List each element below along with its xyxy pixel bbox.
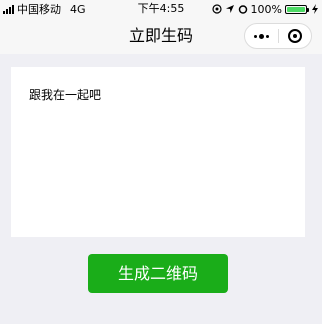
- navigation-bar: 立即生码: [0, 18, 322, 54]
- generate-qrcode-button[interactable]: 生成二维码: [88, 254, 228, 293]
- more-button[interactable]: [245, 24, 278, 48]
- charging-icon: [312, 4, 318, 14]
- more-icon: [253, 33, 269, 39]
- alarm-icon: [238, 5, 247, 14]
- close-mini-program-icon: [287, 29, 302, 43]
- text-input-area[interactable]: 跟我在一起吧: [11, 67, 305, 237]
- status-right: 100%: [211, 0, 318, 18]
- location-lock-icon: [211, 4, 222, 14]
- battery-percent: 100%: [250, 2, 282, 16]
- status-bar: 中国移动 4G 下午4:55 100%: [0, 0, 322, 18]
- battery-fill: [287, 6, 305, 12]
- battery-icon: [285, 4, 309, 14]
- close-mini-program-button[interactable]: [279, 24, 312, 48]
- location-icon: [225, 5, 234, 13]
- mini-program-capsule: [244, 23, 312, 49]
